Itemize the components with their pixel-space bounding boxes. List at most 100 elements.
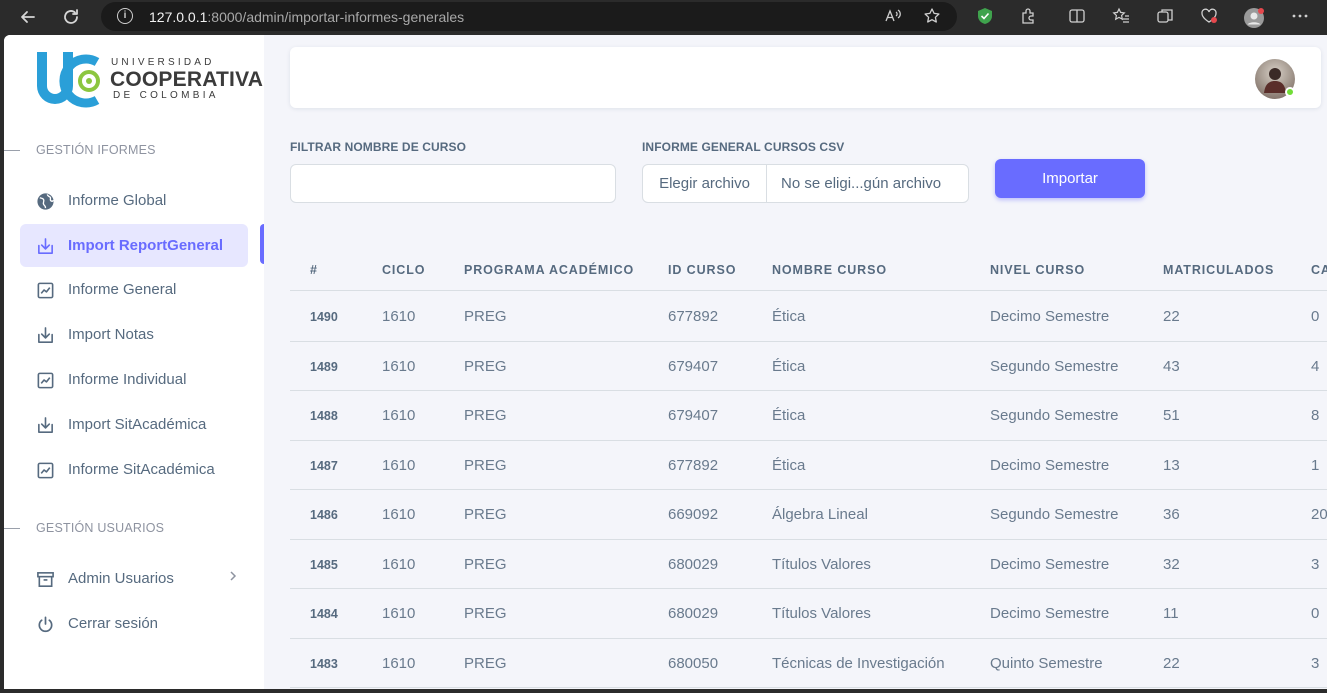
- ca-cell: 20: [1311, 506, 1327, 523]
- sidebar-item-label: Import ReportGeneral: [68, 237, 224, 254]
- table-row[interactable]: 1484 1610 PREG 680029 Títulos Valores Decimo …: [290, 589, 1327, 639]
- table-row[interactable]: 1487 1610 PREG 677892 Ética Decimo Semestre 13…: [290, 441, 1327, 490]
- download-icon: [38, 327, 53, 343]
- shield-extension-icon[interactable]: [975, 7, 995, 27]
- ciclo-cell: 1610: [382, 605, 416, 622]
- university-logo[interactable]: UNIVERSIDAD COOPERATIVA DE COLOMBIA: [35, 52, 263, 108]
- choose-file-button[interactable]: Elegir archivo: [643, 165, 767, 202]
- column-header[interactable]: #: [310, 263, 318, 277]
- section-header-usuarios: GESTIÓN USUARIOS: [4, 519, 264, 539]
- row-id-cell: 1486: [310, 508, 338, 522]
- programa-cell: PREG: [464, 407, 507, 424]
- column-header[interactable]: CICLO: [382, 263, 425, 277]
- table-row[interactable]: 1483 1610 PREG 680050 Técnicas de Investigac…: [290, 639, 1327, 688]
- sidebar-item-label: Cerrar sesión: [68, 615, 159, 632]
- app-window: UNIVERSIDAD COOPERATIVA DE COLOMBIA GEST…: [4, 35, 1327, 689]
- row-id-cell: 1485: [310, 557, 338, 572]
- matriculados-cell: 13: [1163, 456, 1180, 474]
- column-header[interactable]: PROGRAMA ACADÉMICO: [464, 263, 634, 277]
- id-curso-cell: 669092: [668, 506, 719, 523]
- sidebar-item-label: Informe General: [68, 281, 177, 298]
- ca-cell: 4: [1311, 357, 1320, 375]
- extensions-icon[interactable]: [1018, 7, 1038, 27]
- read-aloud-icon[interactable]: [884, 7, 902, 29]
- row-id-cell: 1488: [310, 409, 338, 423]
- matriculados-cell: 22: [1163, 308, 1180, 325]
- column-header[interactable]: ID CURSO: [668, 263, 736, 277]
- chevron-right-icon: [228, 569, 238, 587]
- filter-label: FILTRAR NOMBRE DE CURSO: [290, 140, 467, 154]
- globe-icon: [37, 193, 54, 210]
- sidebar-item-informe-individual[interactable]: Informe Individual: [20, 358, 248, 401]
- column-header[interactable]: NIVEL CURSO: [990, 263, 1085, 277]
- csv-file-input[interactable]: Elegir archivo No se eligi...gún archivo: [642, 164, 969, 203]
- import-button[interactable]: Importar: [995, 159, 1145, 198]
- row-id-cell: 1490: [310, 310, 338, 324]
- sidebar-item-cerrar-sesion[interactable]: Cerrar sesión: [20, 602, 248, 645]
- sidebar-item-import-sitacademica[interactable]: Import SitAcadémica: [20, 403, 248, 446]
- id-curso-cell: 680029: [668, 605, 719, 622]
- table-row[interactable]: 1488 1610 PREG 679407 Ética Segundo Semestre 5…: [290, 391, 1327, 441]
- course-name-filter-input[interactable]: [290, 164, 616, 203]
- courses-table: # CICLO PROGRAMA ACADÉMICO ID CURSO NOMB…: [290, 255, 1327, 689]
- more-menu-icon[interactable]: [1290, 7, 1310, 27]
- ciclo-cell: 1610: [382, 407, 416, 424]
- favorites-icon[interactable]: [1111, 7, 1131, 27]
- collections-icon[interactable]: [1155, 7, 1175, 27]
- table-row[interactable]: 1486 1610 PREG 669092 Álgebra Lineal Segundo …: [290, 490, 1327, 540]
- column-header[interactable]: MATRICULADOS: [1163, 263, 1274, 277]
- chart-icon: [37, 282, 54, 299]
- section-title: GESTIÓN USUARIOS: [36, 521, 165, 535]
- column-header[interactable]: NOMBRE CURSO: [772, 263, 887, 277]
- programa-cell: PREG: [464, 357, 507, 375]
- nivel-curso-cell: Segundo Semestre: [990, 506, 1119, 523]
- reload-icon[interactable]: [60, 6, 82, 28]
- sidebar-item-informe-general[interactable]: Informe General: [20, 268, 248, 311]
- sidebar-item-label: Informe SitAcadémica: [68, 461, 215, 478]
- nivel-curso-cell: Decimo Semestre: [990, 308, 1110, 325]
- selected-file-name: No se eligi...gún archivo: [781, 175, 942, 192]
- id-curso-cell: 680029: [668, 555, 719, 573]
- ca-cell: 3: [1311, 555, 1320, 573]
- sidebar-item-import-notas[interactable]: Import Notas: [20, 313, 248, 356]
- sidebar-item-import-reportgeneral[interactable]: Import ReportGeneral: [20, 224, 248, 267]
- sidebar-item-admin-usuarios[interactable]: Admin Usuarios: [20, 557, 248, 600]
- table-row[interactable]: 1489 1610 PREG 679407 Ética Segundo Semestre 4…: [290, 342, 1327, 391]
- favorite-star-icon[interactable]: [923, 7, 941, 29]
- programa-cell: PREG: [464, 308, 507, 325]
- profile-avatar-icon[interactable]: [1243, 7, 1264, 28]
- matriculados-cell: 36: [1163, 506, 1180, 523]
- table-row[interactable]: 1485 1610 PREG 680029 Títulos Valores Decimo …: [290, 540, 1327, 589]
- matriculados-cell: 22: [1163, 654, 1180, 672]
- health-icon[interactable]: [1199, 7, 1219, 27]
- row-id-cell: 1483: [310, 656, 338, 671]
- programa-cell: PREG: [464, 555, 507, 573]
- sidebar-item-label: Informe Individual: [68, 371, 187, 388]
- info-icon[interactable]: i: [117, 8, 133, 24]
- column-header[interactable]: CA: [1311, 263, 1327, 277]
- matriculados-cell: 32: [1163, 555, 1180, 573]
- programa-cell: PREG: [464, 654, 507, 672]
- ciclo-cell: 1610: [382, 357, 416, 375]
- programa-cell: PREG: [464, 456, 507, 474]
- browser-toolbar: i 127.0.0.1:8000/admin/importar-informes…: [0, 0, 1327, 33]
- sidebar-item-informe-global[interactable]: Informe Global: [20, 179, 248, 222]
- split-screen-icon[interactable]: [1067, 7, 1087, 27]
- nombre-curso-cell: Títulos Valores: [772, 555, 871, 573]
- address-bar[interactable]: i 127.0.0.1:8000/admin/importar-informes…: [101, 2, 957, 31]
- logo-text-line1: UNIVERSIDAD: [111, 57, 215, 68]
- id-curso-cell: 679407: [668, 407, 719, 424]
- nivel-curso-cell: Decimo Semestre: [990, 456, 1110, 474]
- logo-text-line2: COOPERATIVA: [110, 68, 264, 91]
- back-icon[interactable]: [17, 6, 39, 28]
- ca-cell: 0: [1311, 605, 1320, 622]
- nivel-curso-cell: Segundo Semestre: [990, 357, 1119, 375]
- nivel-curso-cell: Decimo Semestre: [990, 555, 1110, 573]
- nombre-curso-cell: Ética: [772, 407, 806, 424]
- table-row[interactable]: 1490 1610 PREG 677892 Ética Decimo Semestre 22…: [290, 292, 1327, 342]
- ca-cell: 3: [1311, 654, 1320, 672]
- nivel-curso-cell: Quinto Semestre: [990, 654, 1103, 672]
- sidebar-item-informe-sitacademica[interactable]: Informe SitAcadémica: [20, 448, 248, 491]
- logo-text-line3: DE COLOMBIA: [113, 90, 219, 101]
- user-avatar[interactable]: [1255, 59, 1295, 99]
